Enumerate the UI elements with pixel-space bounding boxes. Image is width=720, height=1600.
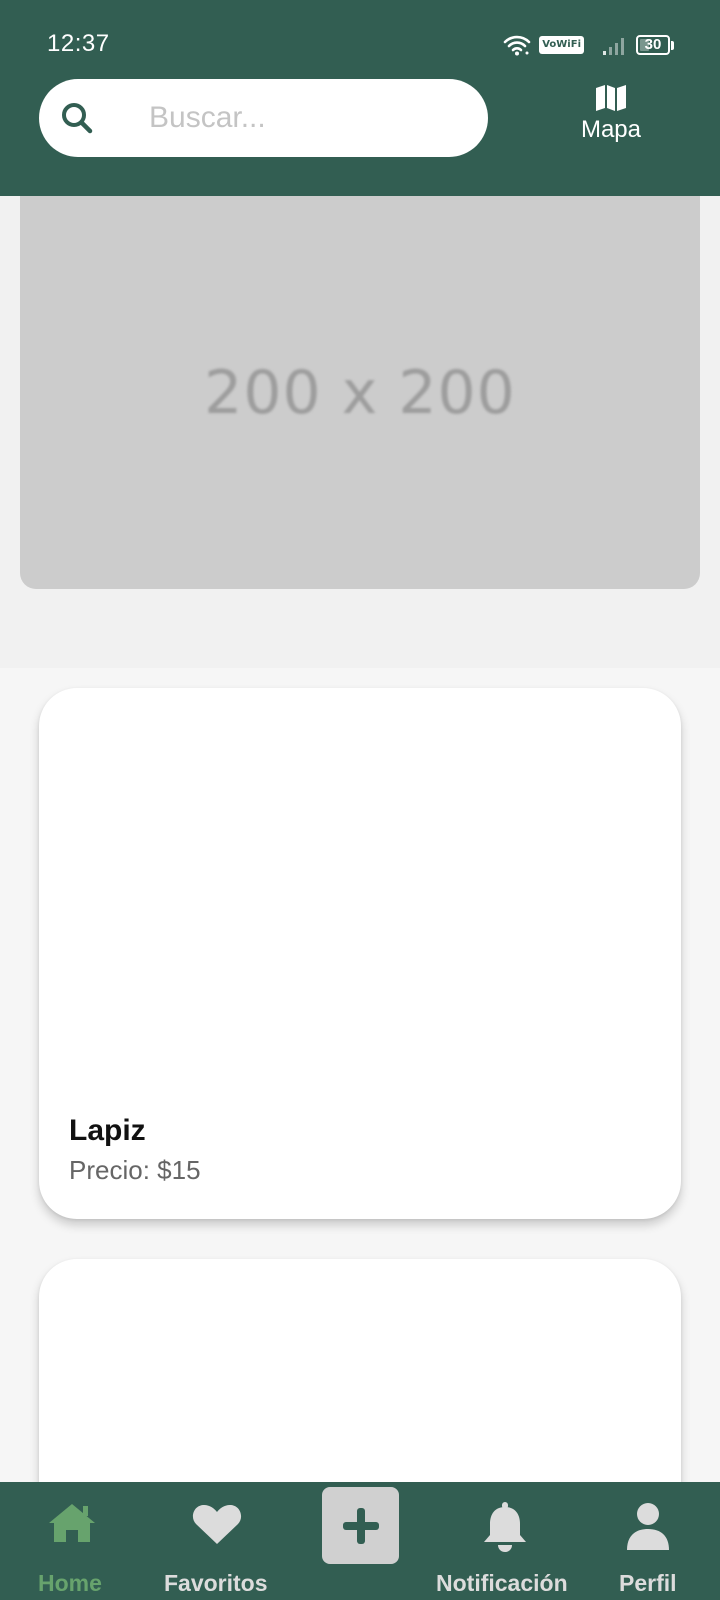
nav-notificacion-label: Notificación [436,1570,568,1596]
nav-home[interactable]: Home [22,1482,122,1600]
home-icon [49,1504,95,1542]
search-bar[interactable] [39,79,488,157]
nav-notificacion[interactable]: Notificación [430,1482,580,1600]
status-bar: 12:37 VoWiFi 30 [0,0,720,80]
nav-home-label: Home [38,1570,102,1596]
product-card[interactable]: Lapiz Precio: $15 [39,688,681,1219]
battery-tip [671,40,674,50]
nav-perfil-label: Perfil [619,1570,677,1596]
search-icon [62,103,93,134]
banner-image[interactable]: 200 x 200 [20,196,700,589]
add-button[interactable] [322,1487,399,1564]
plus-icon [342,1507,379,1544]
banner-placeholder-text: 200 x 200 [204,357,516,428]
product-name: Lapiz [69,1114,146,1147]
bell-icon [484,1502,526,1552]
product-price: Precio: $15 [69,1155,201,1185]
app-header: 12:37 VoWiFi 30 Buscar... Mapa [0,0,720,196]
heart-icon [192,1504,242,1544]
vowifi-badge: VoWiFi [539,36,584,54]
map-icon [596,85,626,111]
nav-favoritos-label: Favoritos [164,1570,268,1596]
battery-level: 30 [644,36,662,53]
wifi-icon [503,35,531,56]
battery-icon: 30 [636,35,670,55]
user-icon [627,1503,669,1550]
nav-favoritos[interactable]: Favoritos [158,1482,276,1600]
search-input[interactable] [149,93,469,143]
map-button[interactable]: Mapa [570,84,652,154]
status-icons: VoWiFi 30 [503,32,674,58]
nav-perfil[interactable]: Perfil [608,1482,708,1600]
signal-icon [603,38,624,55]
banner-area: 200 x 200 [0,196,720,668]
map-label: Mapa [580,116,642,143]
status-time: 12:37 [47,30,110,57]
